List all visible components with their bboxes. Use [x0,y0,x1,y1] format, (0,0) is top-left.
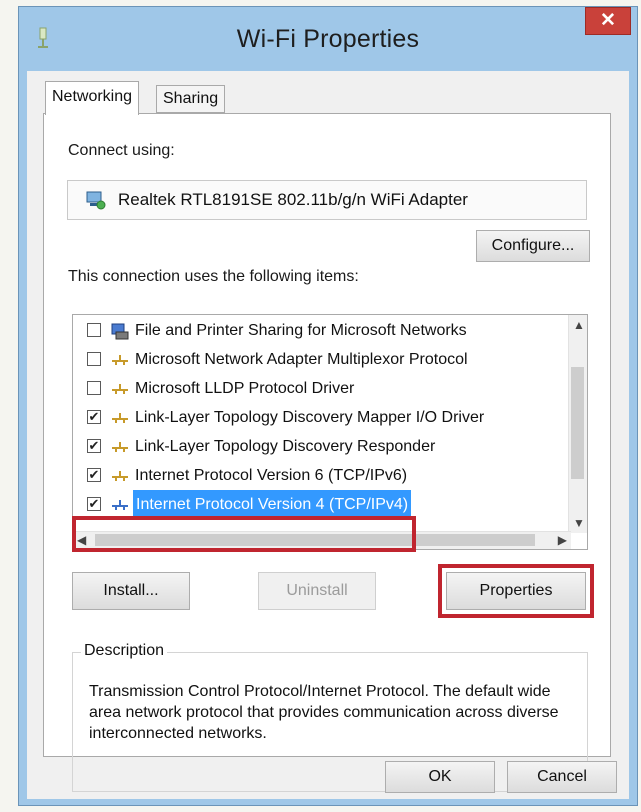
ok-button[interactable]: OK [385,761,495,793]
vertical-scrollbar[interactable]: ▲ ▼ [568,315,587,533]
horizontal-scrollbar[interactable]: ◀ ▶ [73,531,571,549]
tab-sharing[interactable]: Sharing [156,85,226,113]
scroll-right-icon[interactable]: ▶ [558,533,567,547]
uninstall-button[interactable]: Uninstall [258,572,376,610]
list-item[interactable]: ✔ Link-Layer Topology Discovery Mapper I… [73,403,573,432]
item-checkbox[interactable] [87,323,101,337]
list-item[interactable]: ✔ Link-Layer Topology Discovery Responde… [73,432,573,461]
protocol-icon [112,413,128,423]
list-item[interactable]: File and Printer Sharing for Microsoft N… [73,316,573,345]
connect-using-label: Connect using: [68,142,175,159]
network-share-icon [111,323,129,340]
adapter-field: Realtek RTL8191SE 802.11b/g/n WiFi Adapt… [67,180,587,220]
protocol-icon [112,500,128,510]
horizontal-scroll-thumb[interactable] [95,534,535,546]
item-checkbox[interactable] [87,352,101,366]
item-label: Internet Protocol Version 4 (TCP/IPv4) [133,490,412,519]
tab-networking[interactable]: Networking [45,81,140,115]
title-bar[interactable]: Wi-Fi Properties ✕ [19,7,637,71]
wifi-properties-window: Wi-Fi Properties ✕ Networking Sharing Co… [18,6,638,806]
protocol-icon [112,384,128,394]
install-button[interactable]: Install... [72,572,190,610]
item-label: Link-Layer Topology Discovery Mapper I/O… [135,409,485,426]
scroll-left-icon[interactable]: ◀ [77,533,86,547]
protocol-icon [112,471,128,481]
list-item[interactable]: Microsoft Network Adapter Multiplexor Pr… [73,345,573,374]
components-list[interactable]: File and Printer Sharing for Microsoft N… [72,314,588,550]
protocol-icon [112,355,128,365]
window-title: Wi-Fi Properties [236,25,420,53]
description-title: Description [81,642,168,660]
item-checkbox[interactable] [87,381,101,395]
item-label: Link-Layer Topology Discovery Responder [135,438,436,455]
item-label: Microsoft Network Adapter Multiplexor Pr… [135,351,468,368]
scroll-up-icon[interactable]: ▲ [573,318,585,332]
list-item[interactable]: ✔ Internet Protocol Version 6 (TCP/IPv6) [73,461,573,490]
vertical-scroll-thumb[interactable] [571,367,584,479]
item-label: Internet Protocol Version 6 (TCP/IPv6) [135,467,408,484]
scroll-down-icon[interactable]: ▼ [573,516,585,530]
protocol-icon [112,442,128,452]
cancel-button[interactable]: Cancel [507,761,617,793]
item-checkbox[interactable]: ✔ [87,439,101,453]
item-checkbox[interactable]: ✔ [87,410,101,424]
properties-button[interactable]: Properties [446,572,586,610]
dialog-client-area: Networking Sharing Connect using: Realte… [27,71,629,799]
close-button[interactable]: ✕ [585,7,631,35]
adapter-icon [86,191,106,210]
item-checkbox[interactable]: ✔ [87,497,101,511]
adapter-name: Realtek RTL8191SE 802.11b/g/n WiFi Adapt… [118,190,468,209]
items-label: This connection uses the following items… [68,268,359,285]
list-item-selected[interactable]: ✔ Internet Protocol Version 4 (TCP/IPv4) [73,490,573,519]
networking-panel: Connect using: Realtek RTL8191SE 802.11b… [43,113,611,792]
list-item[interactable]: Microsoft LLDP Protocol Driver [73,374,573,403]
item-label: Microsoft LLDP Protocol Driver [135,380,355,397]
configure-button[interactable]: Configure... [476,230,590,262]
description-text: Transmission Control Protocol/Internet P… [89,683,559,742]
item-checkbox[interactable]: ✔ [87,468,101,482]
item-label: File and Printer Sharing for Microsoft N… [135,322,467,339]
